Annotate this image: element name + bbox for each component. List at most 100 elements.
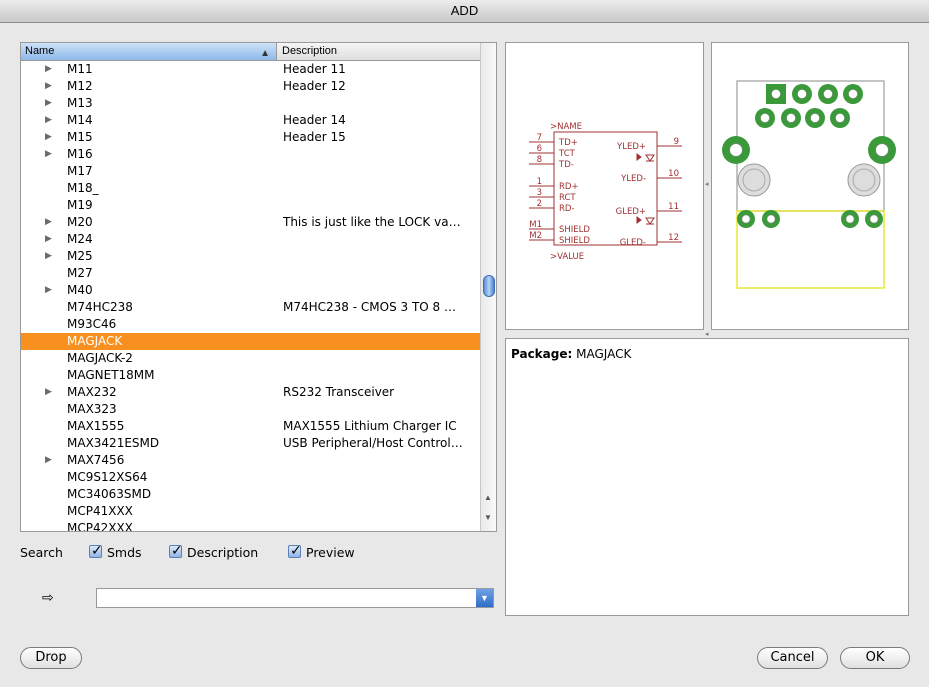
scrollbar-thumb[interactable] [483,275,495,297]
pin-number: 12 [668,233,679,243]
schematic-symbol: 7 TD+ 6 TCT 8 TD- 1 RD+ 3 RCT 2 RD- M1 SHIELD M2 SHIELD… [529,122,682,262]
preview-label: Preview [306,545,355,560]
description-checkbox[interactable] [169,542,183,559]
jack-outline [736,210,885,289]
search-label: Search [20,545,63,560]
list-item[interactable]: MAX323 [21,401,480,418]
column-name-label: Name [25,45,55,57]
item-name: M14 [67,113,93,127]
list-item[interactable]: MCP41XXX [21,503,480,520]
expand-triangle-icon[interactable]: ▶ [45,231,52,248]
expand-triangle-icon[interactable]: ▶ [45,282,52,299]
pin-label: GLED+ [616,207,646,217]
list-item[interactable]: MAX1555 MAX1555 Lithium Charger IC [21,418,480,435]
expand-triangle-icon[interactable]: ▶ [45,112,52,129]
pin-number: 7 [537,133,542,143]
cancel-button[interactable]: Cancel [757,647,828,669]
list-item[interactable]: ▶ MAX7456 [21,452,480,469]
footprint-drawing [722,80,896,289]
item-description: M74HC238 - CMOS 3 TO 8 … [283,300,456,314]
list-item[interactable]: ▶ M14 Header 14 [21,112,480,129]
ok-button[interactable]: OK [840,647,910,669]
pad [818,84,838,104]
component-list[interactable]: Name ▲ Description ▶ M11 Header 11 ▶ M12 Head… [20,42,497,532]
item-name: MAX323 [67,402,117,416]
pad [868,136,896,164]
item-description: Header 15 [283,130,346,144]
item-name: MAX7456 [67,453,125,467]
list-scrollbar[interactable]: ▲ ▼ [480,43,496,531]
item-description: Header 14 [283,113,346,127]
drop-button[interactable]: Drop [20,647,82,669]
list-item[interactable]: ▶ M20 This is just like the LOCK va… [21,214,480,231]
expand-triangle-icon[interactable]: ▶ [45,248,52,265]
list-item[interactable]: MC9S12XS64 [21,469,480,486]
mounting-hole-right-icon [847,163,881,197]
list-item[interactable]: MAGJACK-2 [21,350,480,367]
pad [841,210,859,228]
expand-triangle-icon[interactable]: ▶ [45,129,52,146]
pin-number: M1 [529,220,542,230]
list-item[interactable]: ▶ M16 [21,146,480,163]
item-name: M17 [67,164,93,178]
expand-triangle-icon[interactable]: ▶ [45,95,52,112]
list-item[interactable]: MCP42XXX [21,520,480,531]
list-item[interactable]: M27 [21,265,480,282]
search-input[interactable]: ▼ [96,588,494,608]
splitter-handle-icon[interactable]: ◂ [705,180,709,188]
pin-label: TD+ [558,138,578,148]
sort-ascending-icon: ▲ [260,48,270,59]
scroll-up-icon[interactable]: ▲ [484,493,492,502]
smds-checkbox[interactable] [89,542,103,559]
item-name: MAX1555 [67,419,125,433]
list-item[interactable]: ▶ M12 Header 12 [21,78,480,95]
list-item[interactable]: M19 [21,197,480,214]
pin-label: RD- [559,204,575,214]
item-description: RS232 Transceiver [283,385,395,399]
item-name: M20 [67,215,93,229]
list-item[interactable]: MAGJACK [21,333,480,350]
pad [766,84,786,104]
list-item[interactable]: ▶ M25 [21,248,480,265]
expand-triangle-icon[interactable]: ▶ [45,61,52,78]
list-item[interactable]: ▶ M15 Header 15 [21,129,480,146]
list-item[interactable]: MC34063SMD [21,486,480,503]
list-item[interactable]: ▶ M11 Header 11 [21,61,480,78]
list-item[interactable]: MAGNET18MM [21,367,480,384]
preview-checkbox[interactable] [288,542,302,559]
pad [792,84,812,104]
scroll-down-icon[interactable]: ▼ [484,513,492,522]
list-item[interactable]: MAX3421ESMD USB Peripheral/Host Control… [21,435,480,452]
item-name: M27 [67,266,93,280]
list-item[interactable]: M93C46 [21,316,480,333]
expand-triangle-icon[interactable]: ▶ [45,146,52,163]
list-item[interactable]: ▶ MAX232 RS232 Transceiver [21,384,480,401]
combo-dropdown-icon[interactable]: ▼ [476,589,493,607]
pin-label: YLED+ [616,142,646,152]
list-rows: ▶ M11 Header 11 ▶ M12 Header 12 ▶ M13 ▶ M14 Header… [21,61,480,531]
package-preview [711,42,909,330]
item-name: M15 [67,130,93,144]
expand-triangle-icon[interactable]: ▶ [45,384,52,401]
pad [722,136,750,164]
expand-triangle-icon[interactable]: ▶ [45,78,52,95]
list-item[interactable]: M74HC238 M74HC238 - CMOS 3 TO 8 … [21,299,480,316]
pad [762,210,780,228]
pin-number: 9 [674,137,679,147]
list-item[interactable]: ▶ M13 [21,95,480,112]
item-name: M16 [67,147,93,161]
pin-label: RCT [559,193,576,203]
list-item[interactable]: ▶ M40 [21,282,480,299]
column-header-name[interactable]: Name ▲ [21,43,277,60]
column-header-description[interactable]: Description [278,43,337,60]
expand-triangle-icon[interactable]: ▶ [45,452,52,469]
mounting-hole-left-icon [737,163,771,197]
splitter-corner-icon[interactable]: ◂ [705,330,709,338]
list-item[interactable]: ▶ M24 [21,231,480,248]
expand-triangle-icon[interactable]: ▶ [45,214,52,231]
list-item[interactable]: M17 [21,163,480,180]
list-item[interactable]: M18_ [21,180,480,197]
symbol-value-label: >VALUE [550,252,584,262]
item-name: M25 [67,249,93,263]
item-name: M18_ [67,181,99,195]
